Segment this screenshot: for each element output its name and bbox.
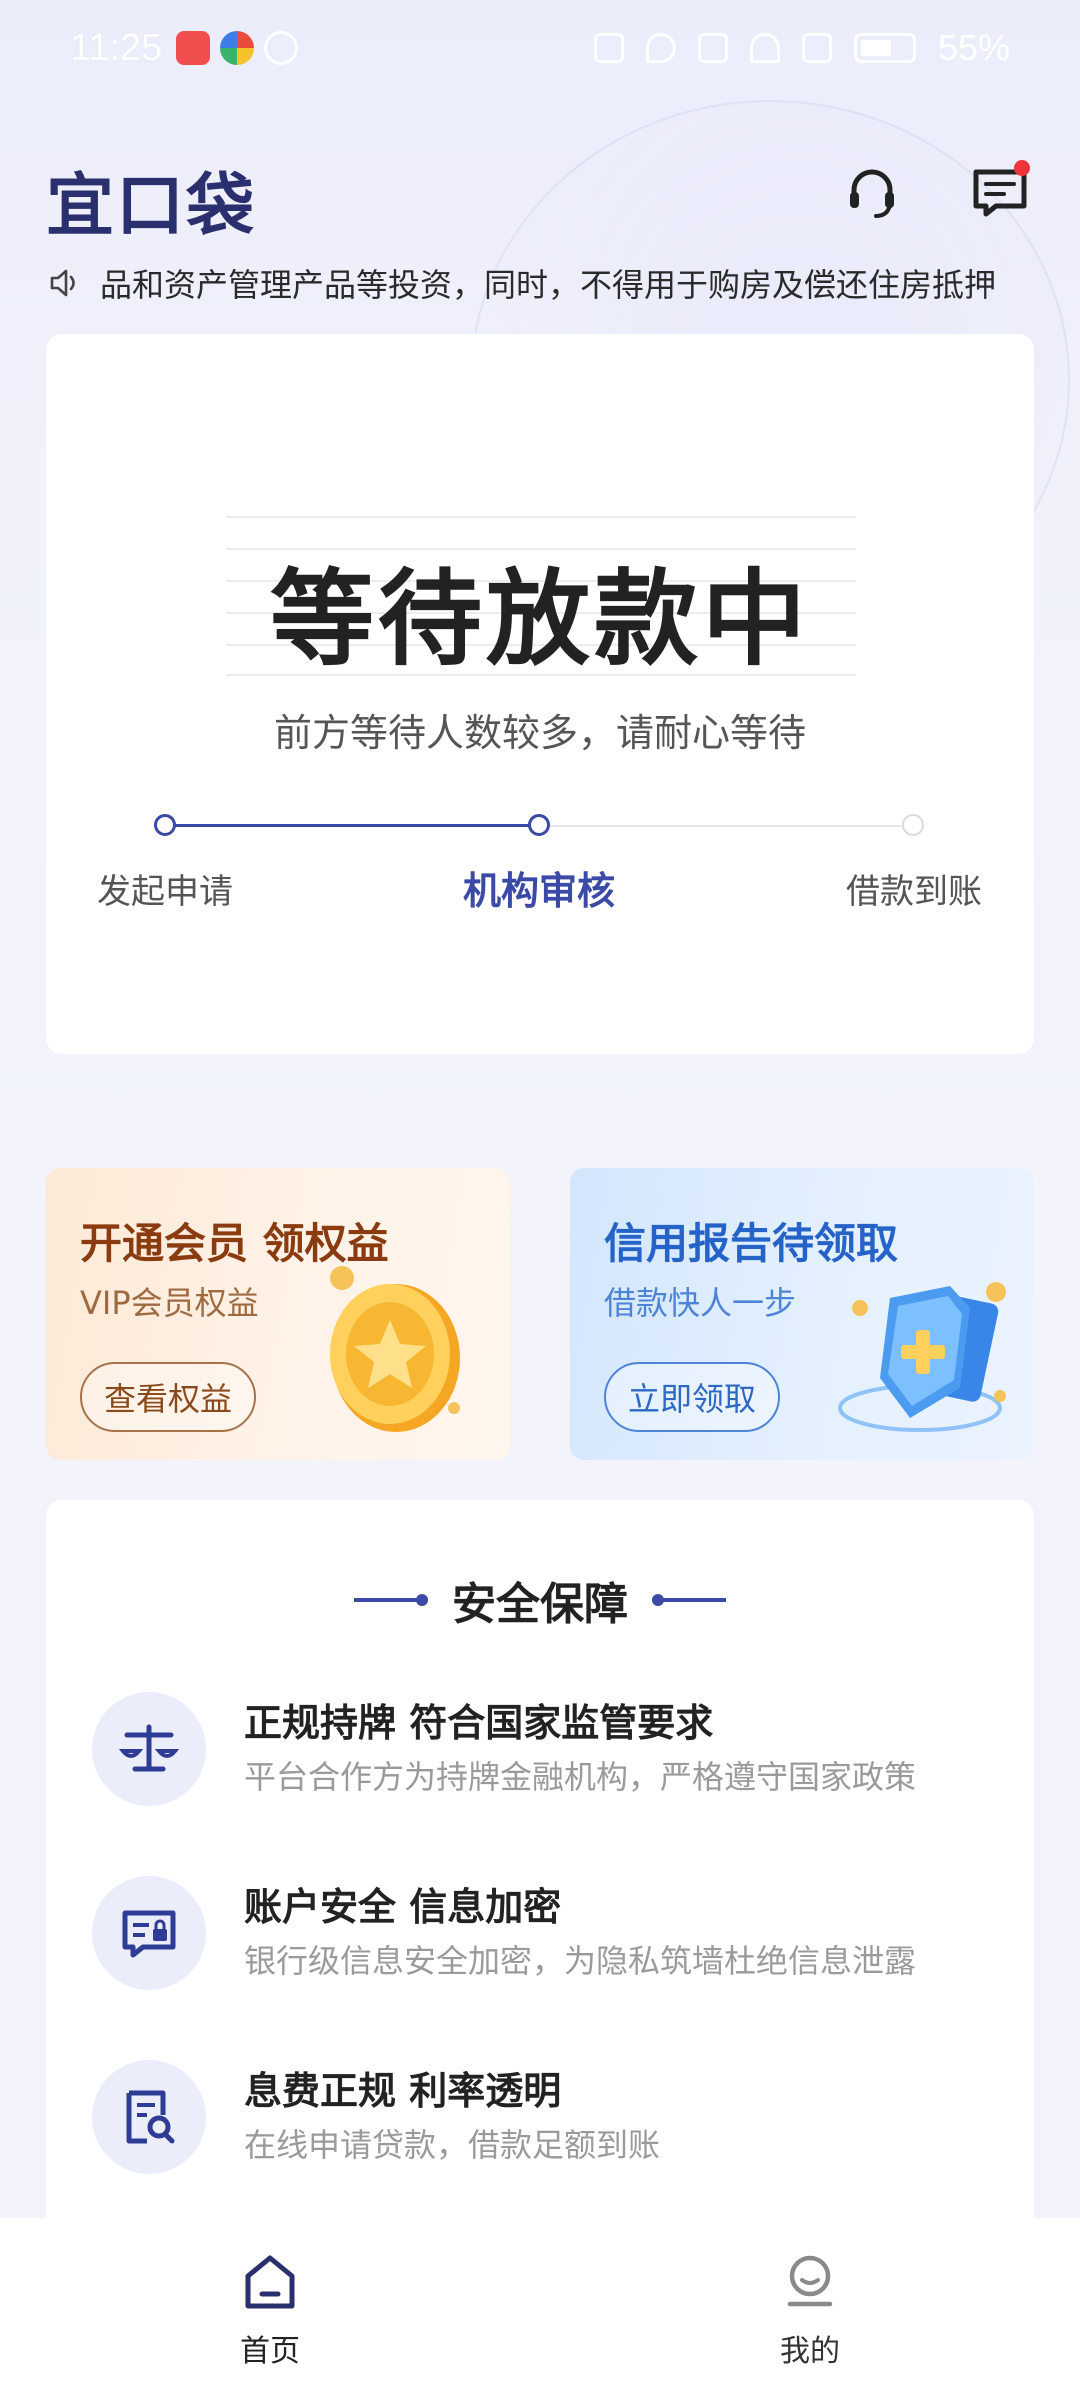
credit-report-promo-card[interactable]: 信用报告待领取 借款快人一步 立即领取 [570, 1168, 1034, 1460]
nav-home-label: 首页 [240, 2334, 300, 2369]
safety-title: 安全保障 [452, 1579, 628, 1630]
bottom-navigation: 首页 我的 [0, 2218, 1080, 2400]
step-node-review [528, 814, 550, 836]
step-label-review: 机构审核 [462, 869, 615, 913]
alarm-icon [264, 31, 299, 65]
feature-title: 息费正规 利率透明 [244, 2069, 562, 2113]
feature-title: 账户安全 信息加密 [244, 1885, 562, 1929]
shield-icon [838, 1282, 1006, 1432]
loan-status-card: 等待放款中 前方等待人数较多，请耐心等待 发起申请 机构审核 借款到账 [46, 334, 1034, 1054]
nav-mine-label: 我的 [780, 2334, 840, 2369]
status-indicators: 55% [593, 27, 1010, 69]
app-notification-icon [176, 31, 211, 65]
wifi-icon [749, 33, 780, 63]
notice-marquee[interactable]: 品和资产管理产品等投资，同时，不得用于购房及偿还住房抵押 [48, 258, 1038, 308]
scale-icon [92, 1692, 206, 1806]
document-search-icon [92, 2060, 206, 2174]
message-button[interactable] [968, 160, 1032, 224]
app-store-icon [220, 31, 255, 65]
safety-guarantee-card: 安全保障 正规持牌 符合国家监管要求 平台合作方为持牌金融机构，严格遵守国家政策 [46, 1500, 1034, 2260]
status-time: 11:25 [70, 26, 163, 69]
view-benefits-button[interactable]: 查看权益 [80, 1362, 257, 1432]
bluetooth-icon [593, 33, 624, 63]
nav-mine[interactable]: 我的 [710, 2252, 910, 2370]
vip-promo-card[interactable]: 开通会员 领权益 VIP会员权益 查看权益 [46, 1168, 510, 1460]
home-icon [245, 2255, 295, 2309]
loan-status-subtitle: 前方等待人数较多，请耐心等待 [273, 711, 806, 755]
safety-header: 安全保障 [46, 1570, 1034, 1630]
step-label-disbursed: 借款到账 [846, 872, 982, 912]
gold-coin-icon [330, 1266, 460, 1432]
feature-description: 银行级信息安全加密，为隐私筑墙杜绝信息泄露 [244, 1942, 917, 1980]
location-icon [645, 33, 676, 63]
battery-icon [853, 33, 916, 63]
safety-feature-licensed: 正规持牌 符合国家监管要求 平台合作方为持牌金融机构，严格遵守国家政策 [92, 1682, 992, 1812]
secure-card-icon [92, 1876, 206, 1990]
claim-now-button[interactable]: 立即领取 [604, 1362, 781, 1432]
credit-promo-title: 信用报告待领取 [604, 1219, 899, 1268]
nav-home[interactable]: 首页 [170, 2252, 370, 2370]
step-node-apply [154, 814, 176, 836]
headset-icon [850, 169, 894, 218]
step-node-disbursed [902, 814, 924, 836]
progress-track-pending [538, 825, 912, 827]
profile-icon [787, 2255, 833, 2307]
feature-description: 平台合作方为持牌金融机构，严格遵守国家政策 [244, 1758, 917, 1796]
speaker-icon [50, 269, 75, 297]
unread-badge [1014, 160, 1030, 176]
step-label-apply: 发起申请 [97, 872, 233, 912]
status-bar: 11:25 55% [0, 0, 1080, 96]
vip-promo-subtitle: VIP会员权益 [80, 1284, 259, 1322]
notice-text: 品和资产管理产品等投资，同时，不得用于购房及偿还住房抵押 [100, 266, 997, 304]
title-decoration-right [652, 1594, 726, 1606]
safety-feature-transparent-rate: 息费正规 利率透明 在线申请贷款，借款足额到账 [92, 2050, 992, 2180]
safety-feature-encryption: 账户安全 信息加密 银行级信息安全加密，为隐私筑墙杜绝信息泄露 [92, 1866, 992, 1996]
customer-service-button[interactable] [840, 160, 904, 224]
title-decoration-left [354, 1594, 428, 1606]
app-logo: 宜口袋 [46, 167, 257, 246]
loan-progress-steps: 发起申请 机构审核 借款到账 [46, 804, 1034, 924]
feature-description: 在线申请贷款，借款足额到账 [244, 2126, 661, 2164]
feature-title: 正规持牌 符合国家监管要求 [244, 1701, 714, 1745]
loan-status-title: 等待放款中 [269, 558, 810, 680]
vibrate-icon [697, 33, 728, 63]
app-header: 宜口袋 [0, 140, 1080, 250]
signal-icon [801, 33, 832, 63]
progress-track-completed [164, 824, 538, 827]
battery-percent: 55% [937, 27, 1010, 68]
credit-promo-subtitle: 借款快人一步 [604, 1284, 797, 1322]
